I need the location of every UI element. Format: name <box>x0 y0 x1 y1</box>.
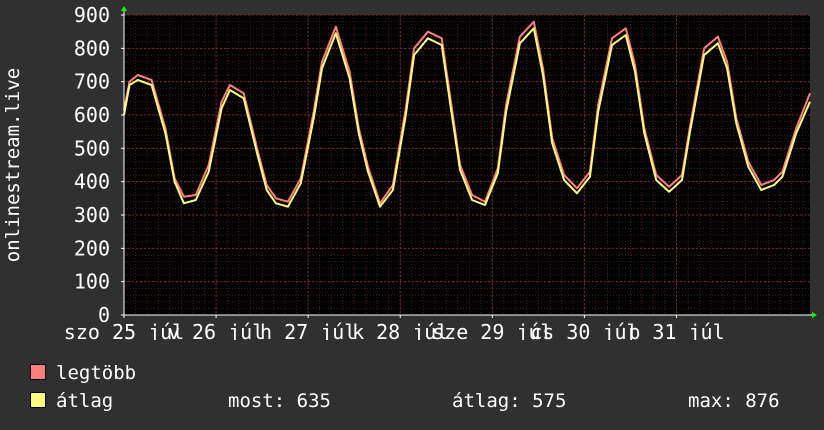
x-tick-label: cs 30 júl <box>530 320 638 340</box>
y-tick-label: 800 <box>74 36 110 60</box>
y-tick-labels: 0100200300400500600700800900 <box>74 3 124 327</box>
y-axis-arrow-icon <box>121 6 127 11</box>
y-tick-label: 200 <box>74 236 110 260</box>
legend-item-legtobb: legtöbb <box>30 362 136 384</box>
y-axis-label: onlinestream.live <box>2 68 24 262</box>
y-tick-label: 400 <box>74 170 110 194</box>
y-tick-label: 900 <box>74 3 110 27</box>
x-tick-label: p 31 júl <box>628 320 724 340</box>
stat-most: most: 635 <box>228 390 331 412</box>
x-axis-arrow-icon <box>812 312 817 318</box>
stat-max: max: 876 <box>688 390 780 412</box>
traffic-chart: 0100200300400500600700800900 szo 25 júlv… <box>2 3 817 340</box>
legend-swatch-legtobb <box>30 364 46 380</box>
y-tick-label: 500 <box>74 136 110 160</box>
stat-atlag: átlag: 575 <box>452 390 567 412</box>
y-tick-label: 300 <box>74 203 110 227</box>
y-tick-label: 100 <box>74 270 110 294</box>
x-tick-label: szo 25 júl <box>64 320 184 340</box>
plot-area <box>124 15 810 315</box>
legend-label-atlag: átlag <box>56 390 114 412</box>
x-tick-labels: szo 25 júlv 26 júlh 27 júlk 28 júlsze 29… <box>64 315 725 340</box>
y-tick-label: 700 <box>74 70 110 94</box>
legend-swatch-atlag <box>30 392 46 408</box>
x-tick-label: v 26 júl <box>168 320 264 340</box>
legend-item-atlag: átlag <box>30 390 113 412</box>
x-tick-label: h 27 júl <box>260 320 356 340</box>
y-tick-label: 600 <box>74 103 110 127</box>
legend-label-legtobb: legtöbb <box>56 362 137 384</box>
